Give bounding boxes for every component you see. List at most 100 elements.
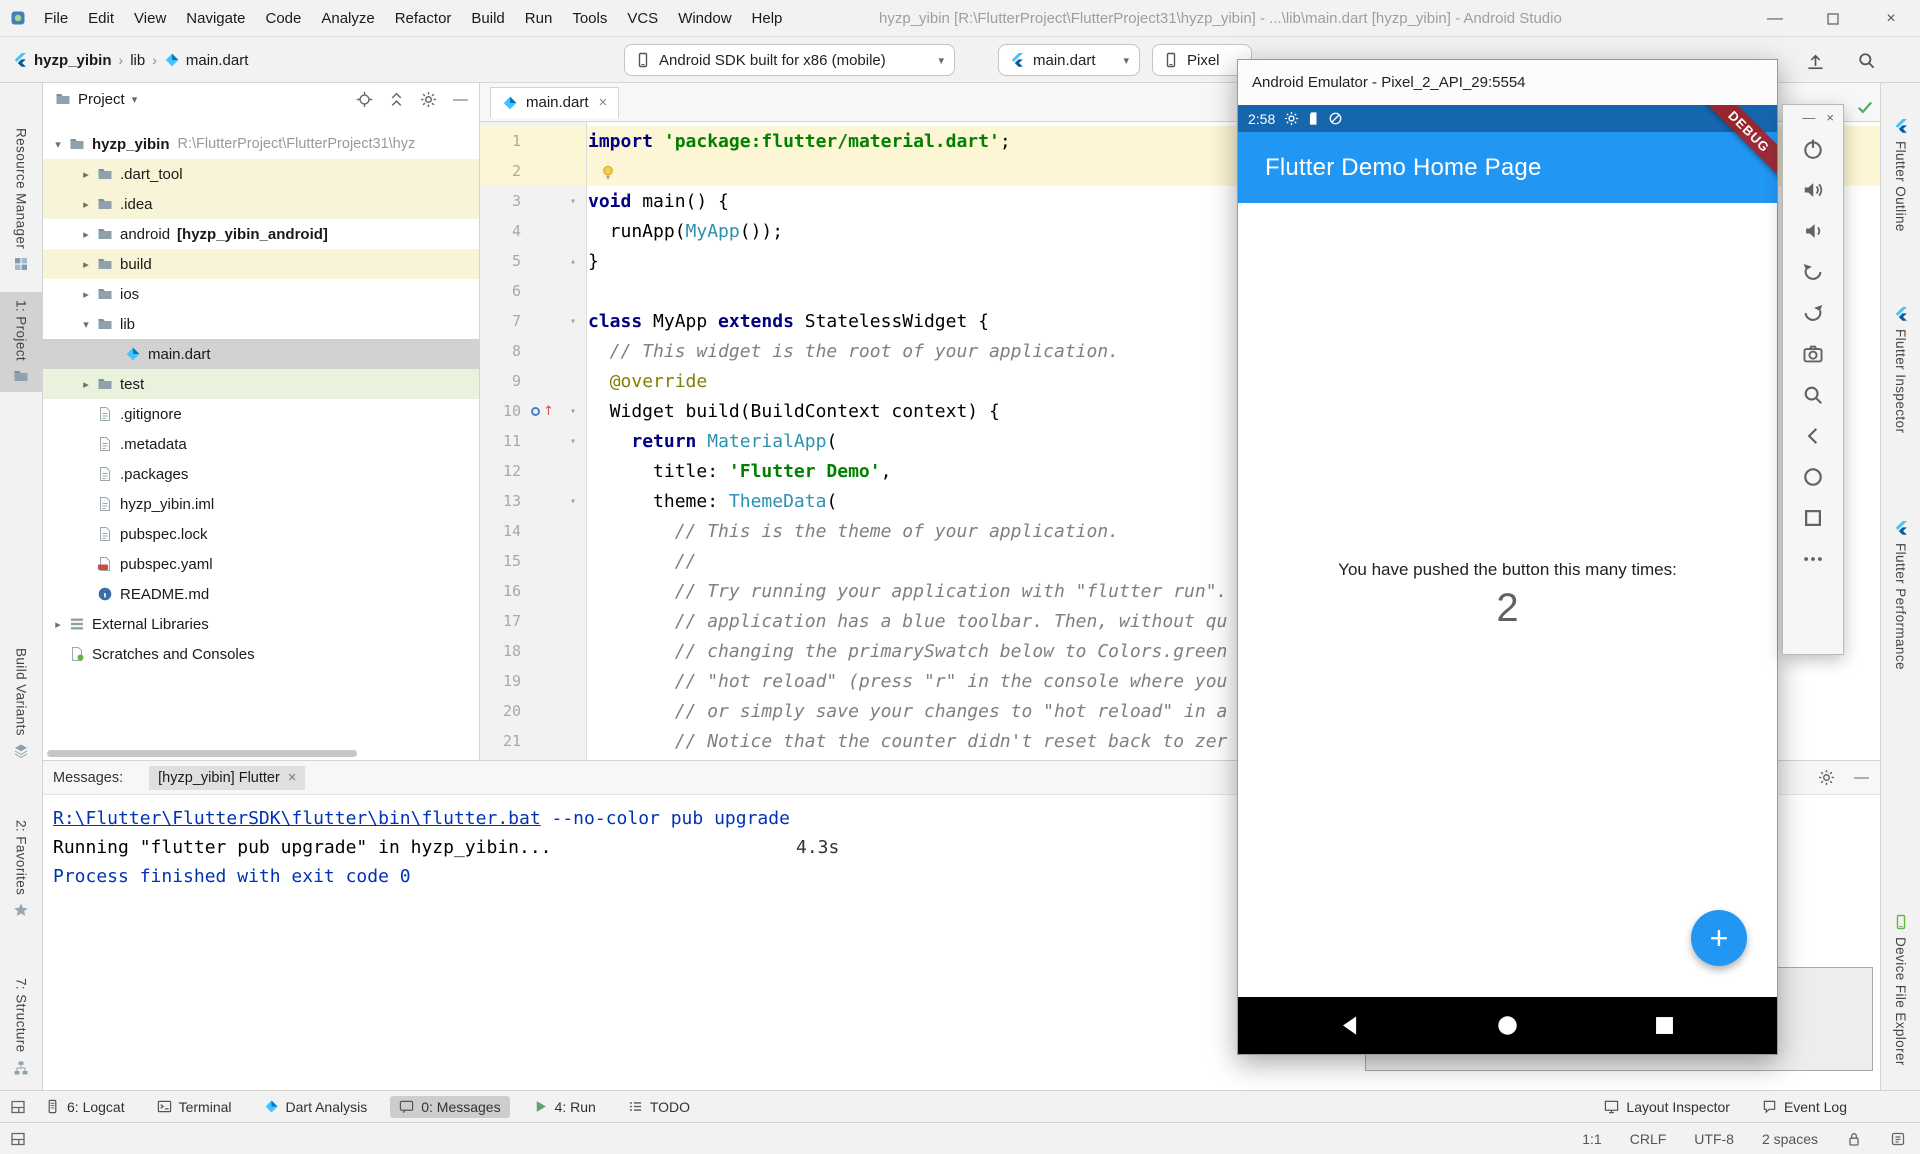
menu-help[interactable]: Help: [742, 6, 793, 31]
menu-refactor[interactable]: Refactor: [385, 6, 462, 31]
implement-marker-icon[interactable]: ↑: [543, 404, 554, 419]
tool-window-button-dart-analysis[interactable]: Dart Analysis: [255, 1096, 377, 1118]
tree-item-packages[interactable]: .packages: [43, 459, 479, 489]
menu-tools[interactable]: Tools: [562, 6, 617, 31]
menu-view[interactable]: View: [124, 6, 176, 31]
more-icon[interactable]: [1802, 548, 1824, 570]
zoom-icon[interactable]: [1802, 384, 1824, 406]
breadcrumb-lib[interactable]: lib: [130, 52, 145, 69]
inspections-status-icon[interactable]: [1856, 98, 1874, 116]
tool-window-switcher-icon[interactable]: [10, 1099, 26, 1115]
tool-button-7-structure[interactable]: 7: Structure: [0, 970, 42, 1084]
override-marker-icon[interactable]: [531, 407, 540, 416]
status-widget-2-spaces[interactable]: 2 spaces: [1762, 1131, 1818, 1147]
fold-marker[interactable]: ▾: [560, 316, 586, 327]
tree-item-pubspec-yaml[interactable]: pubspec.yaml: [43, 549, 479, 579]
tool-window-button-event-log[interactable]: Event Log: [1753, 1096, 1856, 1118]
tree-item-test[interactable]: ▸test: [43, 369, 479, 399]
tree-item-build[interactable]: ▸build: [43, 249, 479, 279]
tree-item-external-libraries[interactable]: ▸External Libraries: [43, 609, 479, 639]
breadcrumb-hyzp-yibin[interactable]: hyzp_yibin: [12, 52, 112, 69]
tool-button-flutter-performance[interactable]: Flutter Performance: [1881, 512, 1920, 678]
menu-edit[interactable]: Edit: [78, 6, 124, 31]
nav-overview-icon[interactable]: [1652, 1013, 1677, 1038]
tree-item-hyzp-yibin[interactable]: ▾hyzp_yibinR:\FlutterProject\FlutterProj…: [43, 129, 479, 159]
scrollbar-thumb[interactable]: [47, 750, 357, 757]
locate-icon[interactable]: [356, 91, 373, 108]
menu-navigate[interactable]: Navigate: [176, 6, 255, 31]
maximize-button[interactable]: [1804, 0, 1862, 37]
hide-panel-button[interactable]: —: [452, 91, 469, 108]
window-layout-icon[interactable]: [10, 1131, 26, 1147]
fold-marker[interactable]: ▾: [560, 196, 586, 207]
tool-window-button-layout-inspector[interactable]: Layout Inspector: [1595, 1096, 1739, 1118]
gear-icon[interactable]: [420, 91, 437, 108]
tool-window-button-0-messages[interactable]: 0: Messages: [390, 1096, 509, 1118]
tree-item-android[interactable]: ▸android[hyzp_yibin_android]: [43, 219, 479, 249]
hide-panel-button[interactable]: —: [1853, 769, 1870, 786]
status-widget-crlf[interactable]: CRLF: [1630, 1131, 1667, 1147]
emulator-screen[interactable]: 2:58 Flutter Demo Home Page DEBUG You ha…: [1238, 105, 1777, 1054]
tool-window-button-terminal[interactable]: Terminal: [148, 1096, 241, 1118]
project-panel-title[interactable]: Project: [78, 91, 125, 108]
close-button[interactable]: ×: [1826, 110, 1834, 125]
run-config-selector[interactable]: main.dart ▾: [998, 44, 1140, 76]
tree-item-ios[interactable]: ▸ios: [43, 279, 479, 309]
rotate-left-icon[interactable]: [1802, 261, 1824, 283]
home-icon[interactable]: [1802, 466, 1824, 488]
search-everywhere-icon[interactable]: [1857, 51, 1876, 70]
notifications-icon[interactable]: [1890, 1131, 1906, 1147]
tool-window-button-todo[interactable]: TODO: [619, 1096, 699, 1118]
menu-analyze[interactable]: Analyze: [311, 6, 384, 31]
horizontal-scrollbar[interactable]: [47, 750, 447, 757]
back-icon[interactable]: [1802, 425, 1824, 447]
tree-item-metadata[interactable]: .metadata: [43, 429, 479, 459]
volume-up-icon[interactable]: [1802, 179, 1824, 201]
editor-tab-main-dart[interactable]: main.dart ×: [490, 87, 619, 118]
vcs-update-icon[interactable]: [1806, 51, 1825, 70]
menu-run[interactable]: Run: [515, 6, 563, 31]
status-widget-1-1[interactable]: 1:1: [1582, 1131, 1601, 1147]
gear-icon[interactable]: [1818, 769, 1835, 786]
menu-build[interactable]: Build: [461, 6, 514, 31]
nav-home-icon[interactable]: [1495, 1013, 1520, 1038]
tree-item-lib[interactable]: ▾lib: [43, 309, 479, 339]
tree-item-pubspec-lock[interactable]: pubspec.lock: [43, 519, 479, 549]
camera-icon[interactable]: [1802, 343, 1824, 365]
tool-window-button-4-run[interactable]: 4: Run: [524, 1096, 605, 1118]
minimize-button[interactable]: —: [1746, 0, 1804, 37]
power-icon[interactable]: [1802, 138, 1824, 160]
breadcrumb-main-dart[interactable]: main.dart: [164, 52, 249, 69]
tool-button-device-file-explorer[interactable]: Device File Explorer: [1881, 906, 1920, 1074]
lock-icon[interactable]: [1846, 1131, 1862, 1147]
device-selector[interactable]: Android SDK built for x86 (mobile) ▾: [624, 44, 955, 76]
tool-button-flutter-inspector[interactable]: Flutter Inspector: [1881, 298, 1920, 441]
close-button[interactable]: ×: [1862, 0, 1920, 37]
nav-back-icon[interactable]: [1338, 1013, 1363, 1038]
fold-marker[interactable]: ▴: [560, 256, 586, 267]
fold-marker[interactable]: ▾: [560, 436, 586, 447]
fold-marker[interactable]: ▾: [560, 406, 586, 417]
messages-flutter-tab[interactable]: [hyzp_yibin] Flutter ×: [149, 766, 305, 790]
overview-icon[interactable]: [1802, 507, 1824, 529]
close-tab-icon[interactable]: ×: [599, 94, 608, 111]
tree-item-dart-tool[interactable]: ▸.dart_tool: [43, 159, 479, 189]
tree-item-main-dart[interactable]: main.dart: [43, 339, 479, 369]
tool-button-build-variants[interactable]: Build Variants: [0, 640, 42, 767]
fold-marker[interactable]: ▾: [560, 496, 586, 507]
tree-item-scratches-and-consoles[interactable]: Scratches and Consoles: [43, 639, 479, 669]
tool-button-2-favorites[interactable]: 2: Favorites: [0, 812, 42, 926]
rotate-right-icon[interactable]: [1802, 302, 1824, 324]
minimize-button[interactable]: —: [1802, 110, 1815, 125]
tree-item-idea[interactable]: ▸.idea: [43, 189, 479, 219]
tool-button-flutter-outline[interactable]: Flutter Outline: [1881, 110, 1920, 240]
tree-item-gitignore[interactable]: .gitignore: [43, 399, 479, 429]
tool-button-1-project[interactable]: 1: Project: [0, 292, 42, 392]
collapse-all-icon[interactable]: [388, 91, 405, 108]
menu-code[interactable]: Code: [255, 6, 311, 31]
console-link[interactable]: R:\Flutter\FlutterSDK\flutter\bin\flutte…: [53, 808, 541, 829]
tree-item-hyzp-yibin-iml[interactable]: hyzp_yibin.iml: [43, 489, 479, 519]
menu-window[interactable]: Window: [668, 6, 741, 31]
tool-button-resource-manager[interactable]: Resource Manager: [0, 120, 42, 280]
close-tab-icon[interactable]: ×: [288, 770, 296, 786]
